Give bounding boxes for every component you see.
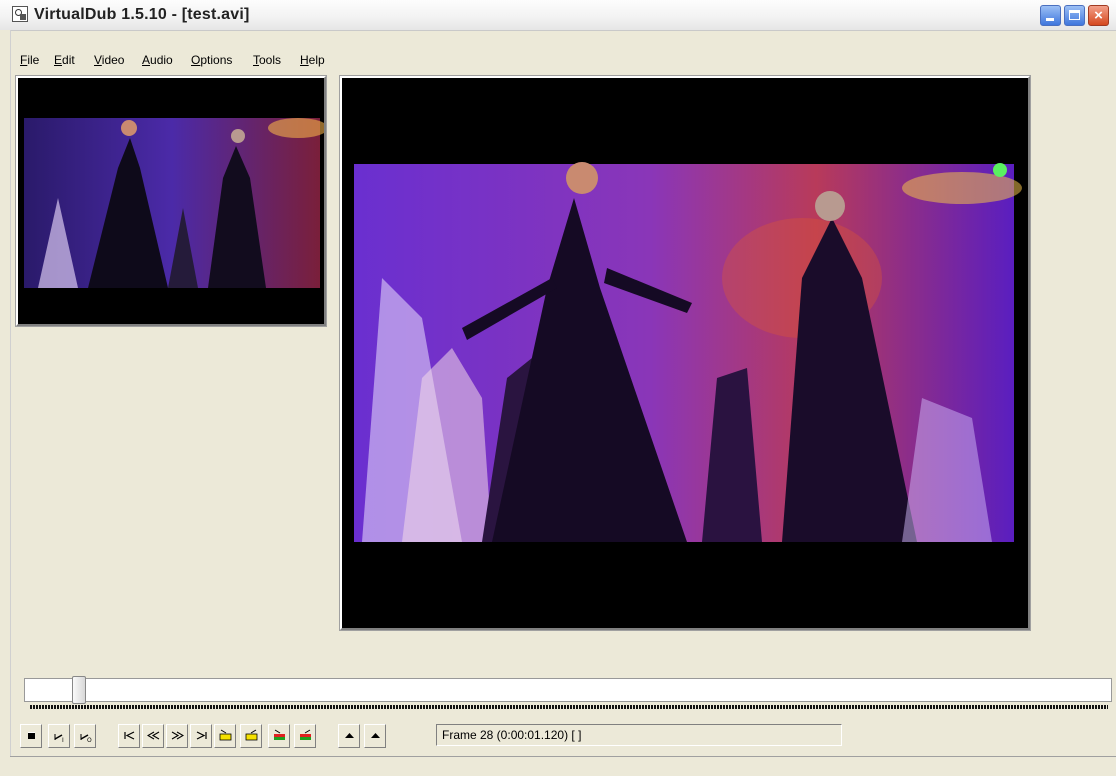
next-scene-icon — [300, 729, 311, 740]
frame-status-readout: Frame 28 (0:00:01.120) [ ] — [436, 724, 842, 746]
play-input-icon: I — [54, 734, 64, 742]
input-video-pane[interactable] — [16, 76, 326, 326]
seek-slider-thumb[interactable] — [72, 676, 86, 704]
back-button[interactable] — [142, 724, 164, 748]
window-title: VirtualDub 1.5.10 - [test.avi] — [34, 6, 250, 23]
window-border — [0, 30, 11, 776]
output-frame-image — [342, 78, 1028, 628]
forward-button[interactable] — [166, 724, 188, 748]
maximize-button[interactable] — [1064, 5, 1085, 26]
menu-edit[interactable]: Edit — [54, 50, 75, 70]
title-bar: VirtualDub 1.5.10 - [test.avi] × — [0, 0, 1116, 31]
menu-help[interactable]: Help — [300, 50, 325, 70]
svg-text:I: I — [62, 737, 64, 742]
prev-scene-button[interactable] — [268, 724, 290, 748]
mark-in-icon — [345, 733, 354, 738]
menu-bar: File Edit Video Audio Options Tools Help — [0, 50, 1116, 70]
menu-audio[interactable]: Audio — [142, 50, 173, 70]
forward-icon — [171, 731, 184, 740]
output-video-pane[interactable] — [340, 76, 1030, 630]
next-keyframe-button[interactable] — [240, 724, 262, 748]
mark-in-button[interactable] — [338, 724, 360, 748]
seek-track[interactable] — [24, 678, 1112, 702]
input-frame-image — [18, 78, 324, 324]
menu-file[interactable]: File — [20, 50, 39, 70]
prev-keyframe-button[interactable] — [214, 724, 236, 748]
minimize-icon — [1046, 18, 1054, 21]
end-icon — [196, 731, 207, 740]
play-output-button[interactable]: O — [74, 724, 96, 748]
back-icon — [147, 731, 160, 740]
menu-options[interactable]: Options — [191, 50, 232, 70]
minimize-button[interactable] — [1040, 5, 1061, 26]
end-button[interactable] — [190, 724, 212, 748]
mark-out-icon — [371, 733, 380, 738]
menu-tools[interactable]: Tools — [253, 50, 281, 70]
next-scene-button[interactable] — [294, 724, 316, 748]
play-output-icon: O — [80, 734, 92, 742]
next-keyframe-icon — [245, 729, 258, 741]
virtualdub-app-icon[interactable] — [12, 6, 28, 22]
stop-button[interactable] — [20, 724, 42, 748]
play-input-button[interactable]: I — [48, 724, 70, 748]
menu-video[interactable]: Video — [94, 50, 124, 70]
close-button[interactable]: × — [1088, 5, 1109, 26]
close-icon: × — [1094, 7, 1103, 24]
prev-keyframe-icon — [219, 729, 232, 741]
stop-icon — [28, 732, 35, 739]
start-icon — [124, 731, 135, 740]
mark-out-button[interactable] — [364, 724, 386, 748]
timeline-ticks — [30, 705, 1108, 709]
svg-text:O: O — [87, 737, 92, 742]
prev-scene-icon — [274, 729, 285, 740]
maximize-icon — [1069, 10, 1080, 20]
start-button[interactable] — [118, 724, 140, 748]
status-bar — [10, 756, 1116, 776]
